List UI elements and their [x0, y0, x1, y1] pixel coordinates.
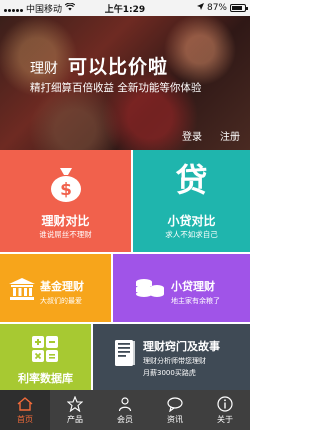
tab-home[interactable]: 首页: [0, 390, 50, 430]
tile-xiaodai-compare[interactable]: 贷 小贷对比 求人不如求自己: [133, 150, 250, 252]
user-icon: [118, 396, 132, 411]
loan-icon: 贷: [175, 161, 208, 199]
status-bar: 中国移动 上午1:29 87%: [0, 0, 250, 16]
tab-products[interactable]: 产品: [50, 390, 100, 430]
coins-icon: [136, 279, 164, 297]
tile-xiaogou-text: 小贷理财 地主家有余粮了: [171, 278, 220, 306]
bottom-tab-bar: 首页 产品 会员 资讯 关于: [0, 390, 250, 430]
tile-licai-title: 理财对比: [41, 214, 90, 228]
tile-story-sub2: 月薪3000买路虎: [143, 369, 196, 377]
info-icon: [217, 395, 233, 412]
auth-links: 登录 注册: [182, 128, 240, 143]
tab-products-label: 产品: [67, 414, 83, 424]
calculator-icon: [32, 336, 58, 362]
tile-jijin-text: 基金理财 大叔们的最爱: [40, 278, 84, 306]
tile-lilv-database[interactable]: 利率数据库: [0, 324, 91, 390]
book-icon: [115, 340, 135, 366]
star-icon: [67, 395, 83, 412]
tab-about-label: 关于: [217, 414, 233, 424]
register-link[interactable]: 注册: [220, 128, 240, 143]
tile-story-text: 理财窍门及故事 理财分析师带您理财 月薪3000买路虎: [143, 338, 220, 378]
tile-licai-compare[interactable]: $ 理财对比 谁说屌丝不理财: [0, 150, 131, 252]
tile-story[interactable]: 理财窍门及故事 理财分析师带您理财 月薪3000买路虎: [93, 324, 250, 390]
tile-xiaogou-title: 小贷理财: [171, 280, 215, 293]
tile-xiaodai-subtitle: 求人不如求自己: [165, 230, 218, 239]
tile-lilv-title: 利率数据库: [18, 372, 73, 385]
tile-licai-subtitle: 谁说屌丝不理财: [39, 230, 92, 239]
tab-news-label: 资讯: [167, 414, 183, 424]
bank-icon: [9, 278, 35, 300]
tab-members[interactable]: 会员: [100, 390, 150, 430]
tab-home-label: 首页: [17, 414, 33, 424]
login-link[interactable]: 登录: [182, 128, 202, 143]
chat-icon: [167, 396, 183, 412]
banner-title-small: 理财: [30, 61, 58, 77]
svg-text:$: $: [60, 180, 72, 200]
tab-members-label: 会员: [117, 414, 133, 424]
hero-banner[interactable]: 理财 可以比价啦 精打细算百倍收益 全新功能等你体验 登录 注册: [0, 16, 250, 150]
tile-xiaogou-subtitle: 地主家有余粮了: [171, 297, 220, 305]
banner-title: 理财 可以比价啦: [30, 52, 168, 79]
tile-story-sub1: 理财分析师带您理财: [143, 357, 206, 365]
status-time: 上午1:29: [104, 4, 146, 15]
battery-icon: [230, 4, 248, 12]
tile-xiaodai-licai[interactable]: 小贷理财 地主家有余粮了: [113, 254, 250, 322]
money-bag-icon: $: [50, 168, 81, 202]
tile-story-title: 理财窍门及故事: [143, 340, 220, 353]
tile-jijin[interactable]: 基金理财 大叔们的最爱: [0, 254, 111, 322]
tile-jijin-title: 基金理财: [40, 280, 84, 293]
tile-xiaodai-title: 小贷对比: [167, 214, 216, 228]
banner-title-big: 可以比价啦: [68, 56, 169, 78]
tab-news[interactable]: 资讯: [150, 390, 200, 430]
tile-jijin-subtitle: 大叔们的最爱: [40, 297, 82, 305]
banner-subtitle: 精打细算百倍收益 全新功能等你体验: [30, 82, 202, 94]
home-icon: [17, 396, 33, 411]
tab-about[interactable]: 关于: [200, 390, 250, 430]
